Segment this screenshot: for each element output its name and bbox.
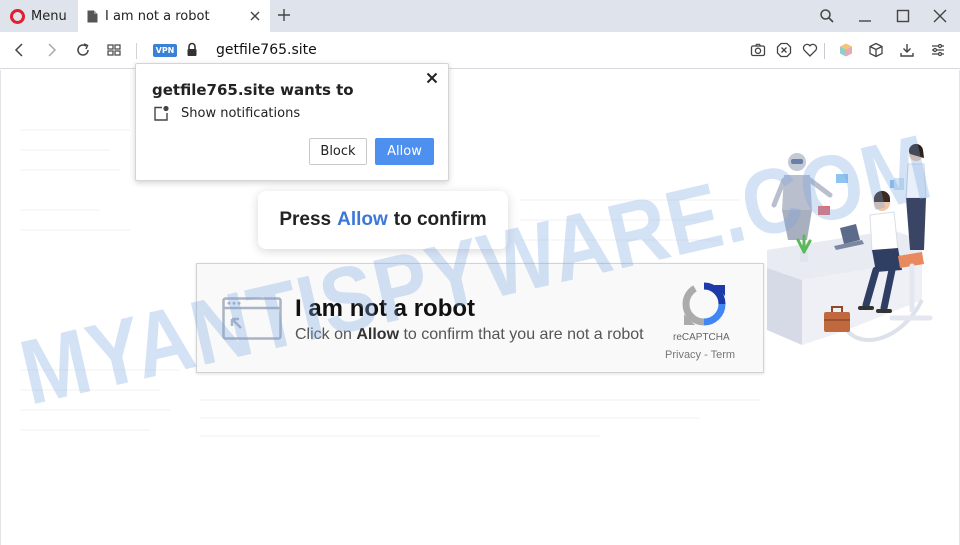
close-window-icon[interactable] bbox=[932, 8, 948, 24]
tab-close-icon[interactable] bbox=[248, 9, 262, 23]
reload-icon[interactable] bbox=[75, 42, 91, 58]
extension-cube-icon[interactable] bbox=[838, 42, 854, 58]
recaptcha-label: reCAPTCHA bbox=[673, 332, 730, 343]
recaptcha-links[interactable]: Privacy - Term bbox=[665, 349, 735, 361]
back-icon[interactable] bbox=[12, 42, 28, 58]
heart-icon[interactable] bbox=[802, 42, 818, 58]
captcha-subtitle: Click on Allow to confirm that you are n… bbox=[295, 326, 644, 344]
menu-label: Menu bbox=[31, 8, 67, 24]
prompt-after: to confirm bbox=[393, 209, 487, 230]
divider bbox=[136, 43, 137, 59]
popup-title: getfile765.site wants to bbox=[152, 81, 354, 99]
opera-menu-button[interactable]: Menu bbox=[0, 0, 77, 32]
office-illustration bbox=[767, 143, 933, 345]
search-tabs-icon[interactable] bbox=[819, 8, 835, 24]
vpn-badge[interactable]: VPN bbox=[153, 44, 177, 57]
captcha-sub-after: to confirm that you are not a robot bbox=[403, 326, 644, 343]
camera-icon[interactable] bbox=[750, 42, 766, 58]
notification-permission-popup: getfile765.site wants to Show notificati… bbox=[135, 63, 449, 181]
tab-title: I am not a robot bbox=[105, 8, 210, 24]
fake-captcha-box: I am not a robot Click on Allow to confi… bbox=[196, 263, 764, 373]
recaptcha-logo-icon bbox=[682, 282, 726, 326]
extensions-icon[interactable] bbox=[868, 42, 884, 58]
permission-text: Show notifications bbox=[181, 106, 301, 121]
captcha-sub-before: Click on bbox=[295, 326, 352, 343]
forward-icon[interactable] bbox=[43, 42, 59, 58]
block-button[interactable]: Block bbox=[309, 138, 367, 165]
tab-active[interactable]: I am not a robot bbox=[78, 0, 270, 32]
download-icon[interactable] bbox=[899, 42, 915, 58]
minimize-icon[interactable] bbox=[857, 8, 873, 24]
easy-setup-icon[interactable] bbox=[930, 42, 946, 58]
prompt-before: Press bbox=[279, 209, 332, 230]
press-allow-prompt: Press Allow to confirm bbox=[258, 191, 508, 249]
popup-close-icon[interactable] bbox=[426, 72, 438, 84]
toolbar-divider bbox=[824, 43, 825, 59]
allow-button[interactable]: Allow bbox=[375, 138, 434, 165]
captcha-sub-bold: Allow bbox=[356, 326, 400, 343]
lock-icon[interactable] bbox=[186, 42, 198, 57]
speed-dial-grid-icon[interactable] bbox=[106, 42, 122, 58]
new-tab-icon[interactable] bbox=[276, 7, 292, 23]
browser-window-icon bbox=[222, 297, 282, 340]
maximize-icon[interactable] bbox=[895, 8, 911, 24]
notification-icon bbox=[154, 105, 169, 121]
opera-logo-icon bbox=[10, 8, 25, 24]
ad-block-icon[interactable] bbox=[776, 42, 792, 58]
captcha-title: I am not a robot bbox=[295, 295, 475, 322]
url-field[interactable]: getfile765.site bbox=[216, 42, 317, 58]
prompt-highlight: Allow bbox=[337, 209, 388, 230]
tab-strip: Menu I am not a robot bbox=[0, 0, 960, 32]
document-icon bbox=[87, 10, 98, 22]
